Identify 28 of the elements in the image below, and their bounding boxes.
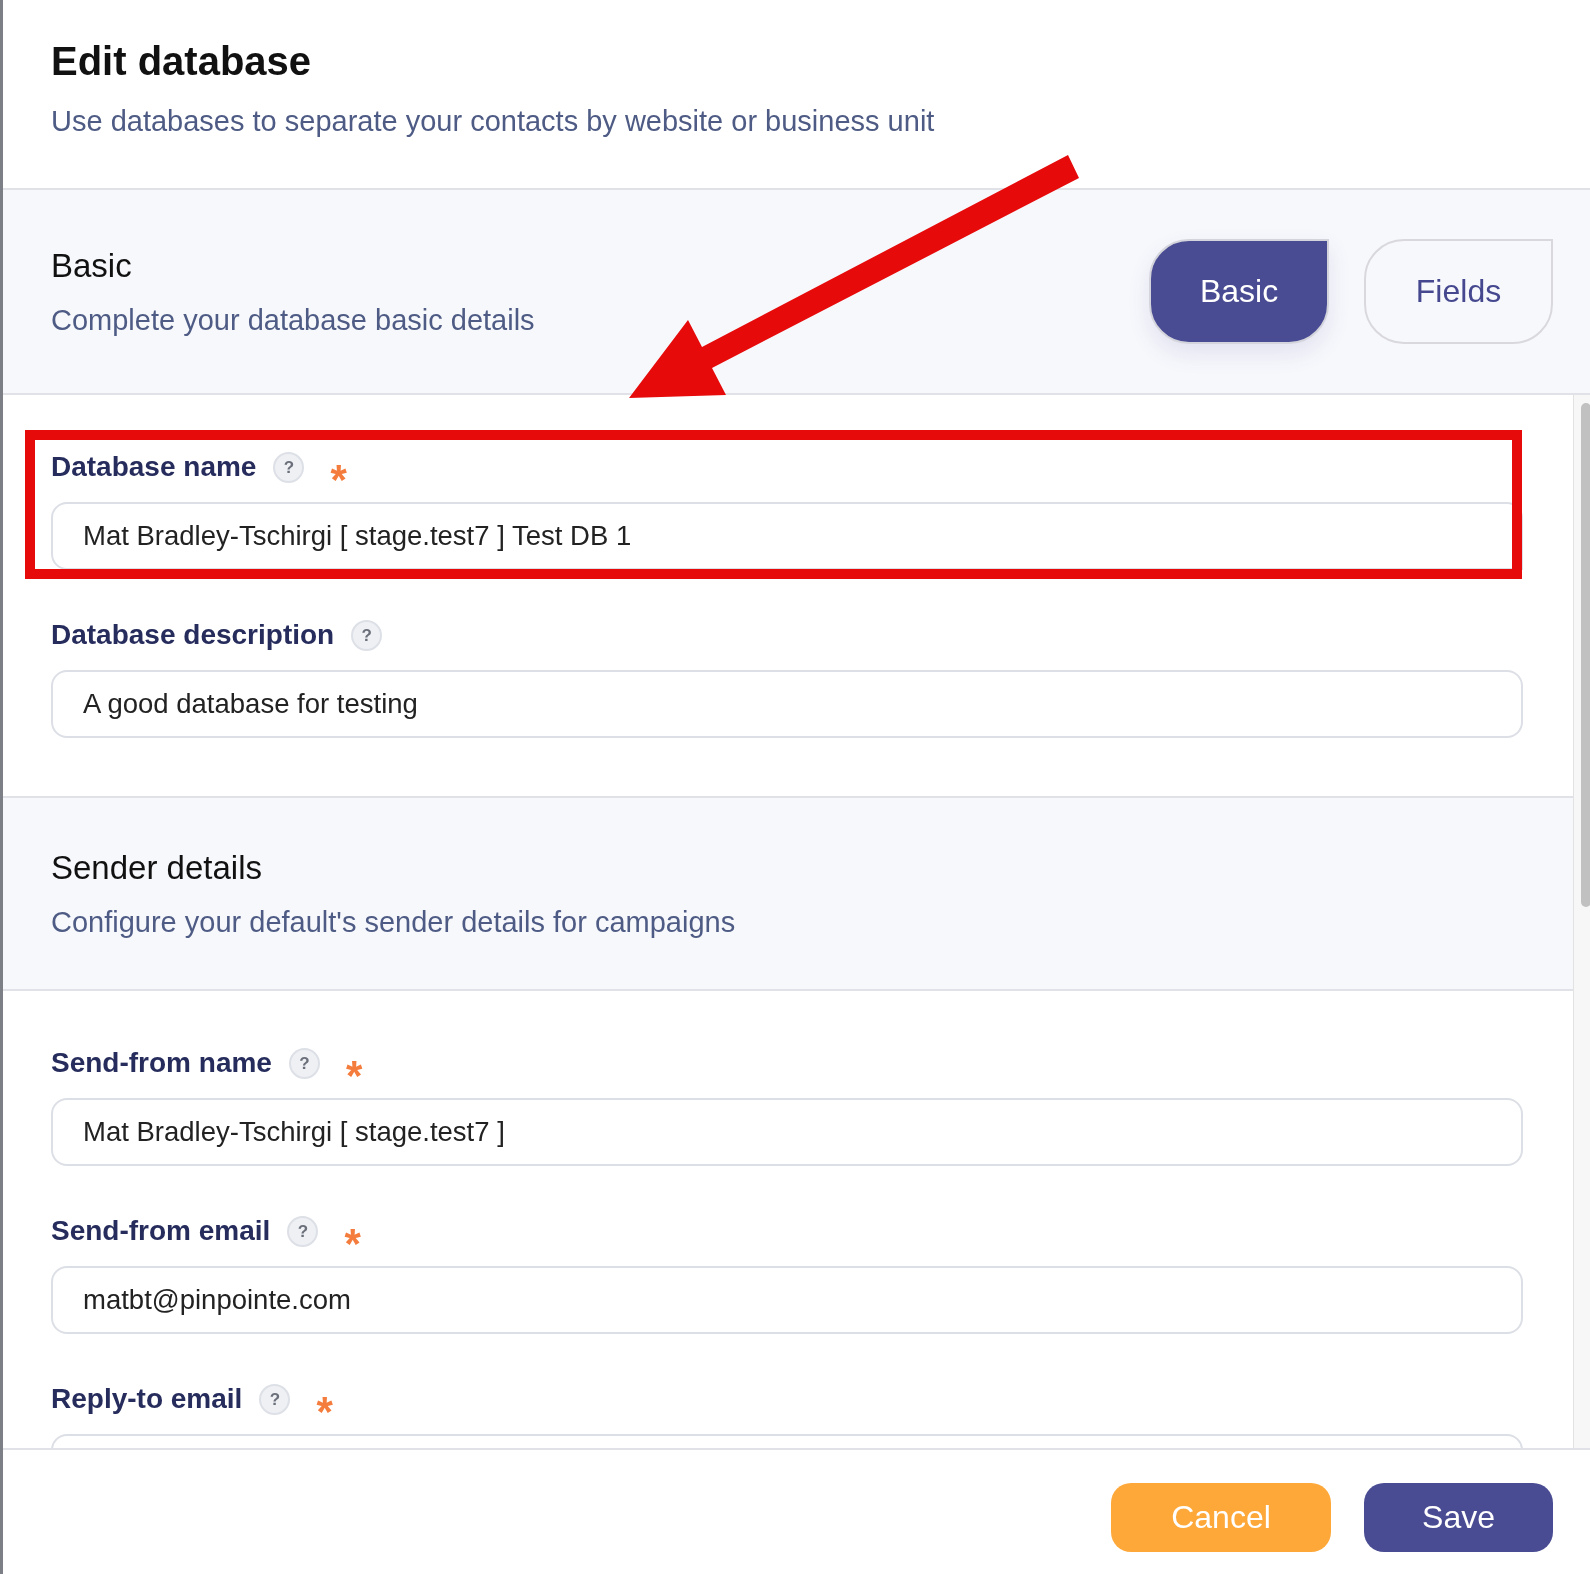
help-icon[interactable]: ? [351,619,383,651]
section-subtitle: Configure your default's sender details for campaigns [51,904,737,940]
dialog-title: Edit database [51,38,313,85]
field-label: Database description [51,618,335,652]
section-subtitle: Complete your database basic details [51,302,535,338]
save-button[interactable]: Save [1364,1483,1553,1552]
text-input[interactable]: A good database for testing [51,670,1523,738]
required-mark: * [316,1390,333,1416]
help-icon[interactable]: ? [288,1047,320,1079]
tab[interactable]: Basic [1149,239,1329,344]
tab[interactable]: Fields [1364,239,1553,344]
required-mark: * [344,1222,361,1248]
text-input[interactable]: matbt@pinpointe.com [51,1266,1523,1334]
dialog-subtitle: Use databases to separate your contacts by website or business unit [51,104,936,139]
required-mark: * [330,458,347,484]
required-mark: * [345,1054,363,1080]
section-title: Sender details [51,847,263,888]
help-icon[interactable]: ? [273,451,305,483]
scrollbar-thumb[interactable] [1581,403,1590,907]
text-input[interactable]: Mat Bradley-Tschirgi [ stage.test7 ] Test DB 1 [51,502,1523,570]
help-icon[interactable]: ? [259,1383,291,1415]
text-input[interactable]: Mat Bradley-Tschirgi [ stage.test7 ] [51,1098,1523,1166]
field-label: Reply-to email [51,1382,243,1416]
field-label: Database name [51,450,257,484]
field-label: Send-from name [51,1046,272,1080]
help-icon[interactable]: ? [287,1215,319,1247]
field-label: Send-from email [51,1214,271,1248]
section-title: Basic [51,245,133,286]
